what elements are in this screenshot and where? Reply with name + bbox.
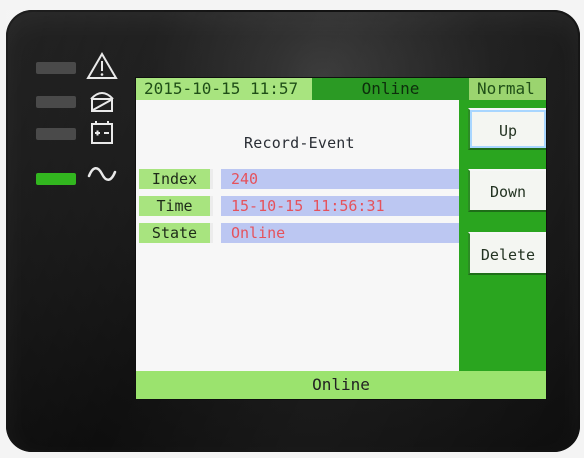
delete-button[interactable]: Delete xyxy=(468,232,546,275)
footer-status: Online xyxy=(136,371,546,399)
softkey-panel: Up Down Delete xyxy=(459,100,546,371)
index-label: Index xyxy=(139,169,213,189)
battery-indicator-light xyxy=(36,128,76,140)
time-row: Time 15-10-15 11:56:31 xyxy=(139,196,459,216)
state-label: State xyxy=(139,223,213,243)
state-row: State Online xyxy=(139,223,459,243)
ac-wave-icon xyxy=(87,167,117,181)
time-label: Time xyxy=(139,196,213,216)
time-value: 15-10-15 11:56:31 xyxy=(221,196,459,216)
bypass-indicator-light xyxy=(36,96,76,108)
down-button[interactable]: Down xyxy=(468,169,546,212)
up-button[interactable]: Up xyxy=(468,108,546,150)
warning-icon xyxy=(86,52,118,79)
lcd-screen: 2015-10-15 11:57 Online Normal Record-Ev… xyxy=(136,78,546,399)
date-time-display: 2015-10-15 11:57 xyxy=(136,78,312,100)
record-event-panel: Record-Event Index 240 Time 15-10-15 11:… xyxy=(136,100,459,371)
online-status: Online xyxy=(361,79,420,98)
battery-icon xyxy=(91,121,113,144)
warning-indicator-light xyxy=(36,62,76,74)
page-title: Record-Event xyxy=(244,134,355,152)
status-bar: 2015-10-15 11:57 Online Normal xyxy=(136,78,546,100)
state-value: Online xyxy=(221,223,459,243)
normal-mode-status: Normal xyxy=(469,78,546,100)
device-front-panel: 2015-10-15 11:57 Online Normal Record-Ev… xyxy=(6,10,580,452)
index-row: Index 240 xyxy=(139,169,459,189)
bypass-icon xyxy=(90,92,114,112)
ac-indicator-light xyxy=(36,173,76,185)
index-value: 240 xyxy=(221,169,459,189)
